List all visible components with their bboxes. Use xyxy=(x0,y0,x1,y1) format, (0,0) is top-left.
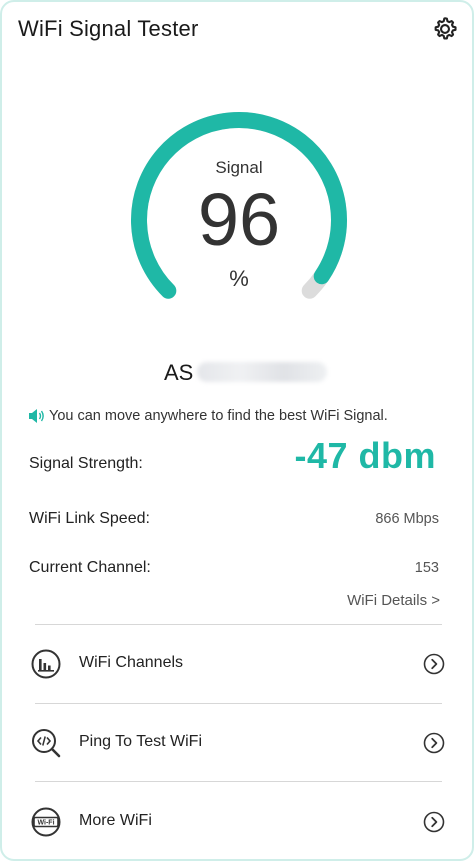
menu-item-ping-test[interactable]: Ping To Test WiFi xyxy=(26,714,450,770)
wifi-badge-icon: Wi-Fi xyxy=(31,807,61,837)
signal-gauge: Signal 96 % xyxy=(127,108,351,332)
ssid-redaction xyxy=(197,362,328,383)
gauge-unit: % xyxy=(229,266,249,291)
app-window: WiFi Signal Tester Signal 96 % AS You ca… xyxy=(0,0,474,861)
menu-item-more-wifi[interactable]: Wi-Fi More WiFi xyxy=(26,793,450,849)
ssid-text: AS xyxy=(164,360,194,385)
tip-text: You can move anywhere to find the best W… xyxy=(49,408,388,424)
app-title: WiFi Signal Tester xyxy=(18,16,199,41)
network-ssid: AS xyxy=(164,360,328,388)
speaker-icon xyxy=(29,409,44,423)
signal-strength-label: Signal Strength: xyxy=(29,455,143,472)
bar-chart-circle-icon xyxy=(31,649,61,679)
divider xyxy=(35,703,442,704)
divider xyxy=(35,781,442,782)
app-header: WiFi Signal Tester xyxy=(2,2,472,58)
menu-label: WiFi Channels xyxy=(79,654,184,671)
code-search-icon xyxy=(32,729,61,758)
chevron-right-circle-icon xyxy=(423,653,445,675)
link-speed-value: 866 Mbps xyxy=(375,511,439,527)
channel-label: Current Channel: xyxy=(29,559,151,576)
link-speed-label: WiFi Link Speed: xyxy=(29,510,150,527)
tip-banner: You can move anywhere to find the best W… xyxy=(28,408,388,424)
channel-value: 153 xyxy=(414,560,439,576)
menu-label: Ping To Test WiFi xyxy=(79,733,203,750)
svg-text:Wi-Fi: Wi-Fi xyxy=(37,820,54,827)
menu-label: More WiFi xyxy=(79,812,152,829)
chevron-right-circle-icon xyxy=(423,732,445,754)
gauge-value: 96 xyxy=(197,178,281,261)
menu-item-wifi-channels[interactable]: WiFi Channels xyxy=(26,635,450,691)
signal-strength-value: -47 dbm xyxy=(294,435,436,476)
divider xyxy=(35,624,442,625)
gauge-label: Signal xyxy=(215,158,263,177)
wifi-details-link[interactable]: WiFi Details > xyxy=(347,592,440,609)
chevron-right-circle-icon xyxy=(423,811,445,833)
gear-icon[interactable] xyxy=(431,15,459,43)
